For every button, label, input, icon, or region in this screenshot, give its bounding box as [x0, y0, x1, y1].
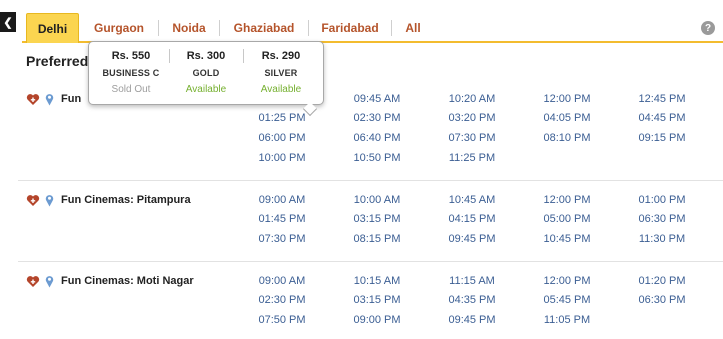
favorite-heart-icon[interactable]	[26, 194, 40, 207]
tab-all[interactable]: All	[400, 13, 426, 43]
showtime[interactable]: 10:15 AM	[342, 275, 412, 287]
cinema-header: Fun Cinemas: Moti Nagar	[26, 274, 194, 288]
row-divider	[18, 261, 723, 262]
ticket-price: Rs. 290	[261, 50, 301, 62]
city-tabs: Delhi Gurgaon Noida Ghaziabad Faridabad …	[22, 13, 723, 43]
showtime[interactable]: 07:30 PM	[247, 233, 317, 245]
showtime[interactable]: 11:30 PM	[627, 233, 697, 245]
tab-divider	[158, 20, 159, 36]
ticket-class-name: SILVER	[264, 68, 298, 78]
showtime[interactable]: 06:40 PM	[342, 132, 412, 144]
cinema-row: Fun Cinemas: Moti Nagar 09:00 AM 10:15 A…	[18, 274, 723, 339]
row-divider	[18, 180, 723, 181]
showtime[interactable]: 06:30 PM	[627, 294, 697, 306]
showtime[interactable]: 06:00 PM	[247, 132, 317, 144]
showtime[interactable]: 02:30 PM	[247, 294, 317, 306]
showtime[interactable]: 01:00 PM	[627, 194, 697, 206]
showtime[interactable]: 02:30 PM	[342, 112, 412, 124]
tab-divider	[219, 20, 220, 36]
cinema-name[interactable]: Fun Cinemas: Pitampura	[61, 194, 191, 206]
back-arrow-button[interactable]: ❮	[0, 12, 16, 32]
tab-divider	[308, 20, 309, 36]
tab-divider	[391, 20, 392, 36]
showtime[interactable]: 05:00 PM	[532, 213, 602, 225]
cinema-header: Fun	[26, 92, 81, 106]
tab-ghaziabad[interactable]: Ghaziabad	[228, 13, 300, 43]
showtime[interactable]: 03:15 PM	[342, 213, 412, 225]
showtime[interactable]: 09:45 AM	[342, 93, 412, 105]
location-pin-icon[interactable]	[45, 275, 54, 288]
ticket-class-tooltip: Rs. 550 BUSINESS C Sold Out Rs. 300 GOLD…	[88, 41, 324, 117]
showtime[interactable]: 05:45 PM	[532, 294, 602, 306]
showtime[interactable]: 04:15 PM	[437, 213, 507, 225]
showtime[interactable]: 12:00 PM	[532, 275, 602, 287]
showtime[interactable]: 12:00 PM	[532, 194, 602, 206]
ticket-status: Available	[185, 84, 227, 95]
showtime[interactable]: 07:30 PM	[437, 132, 507, 144]
showtime[interactable]: 01:20 PM	[627, 275, 697, 287]
ticket-class-name: GOLD	[192, 68, 220, 78]
location-pin-icon[interactable]	[45, 194, 54, 207]
showtime[interactable]: 12:00 PM	[532, 93, 602, 105]
showtime[interactable]: 03:20 PM	[437, 112, 507, 124]
showtime[interactable]: 10:45 PM	[532, 233, 602, 245]
showtime[interactable]: 09:15 PM	[627, 132, 697, 144]
cinema-header: Fun Cinemas: Pitampura	[26, 193, 191, 207]
cinema-row: Fun 09:45 AM 10:20 AM 12:00 PM 12:45 PM …	[18, 92, 723, 180]
ticket-status: Available	[260, 84, 302, 95]
location-pin-icon[interactable]	[45, 93, 54, 106]
showtime[interactable]: 10:00 PM	[247, 152, 317, 164]
tooltip-divider	[243, 49, 244, 63]
showtime[interactable]: 09:00 PM	[342, 314, 412, 326]
showtime[interactable]: 04:35 PM	[437, 294, 507, 306]
favorite-heart-icon[interactable]	[26, 93, 40, 106]
showtime[interactable]: 09:45 PM	[437, 233, 507, 245]
showtime[interactable]: 11:25 PM	[437, 152, 507, 164]
showtime[interactable]: 09:00 AM	[247, 194, 317, 206]
cinema-name[interactable]: Fun Cinemas: Moti Nagar	[61, 275, 194, 287]
showtime[interactable]: 12:45 PM	[627, 93, 697, 105]
showtime[interactable]: 04:05 PM	[532, 112, 602, 124]
cinema-row: Fun Cinemas: Pitampura 09:00 AM 10:00 AM…	[18, 193, 723, 261]
ticket-price: Rs. 550	[111, 50, 151, 62]
showtime[interactable]: 08:10 PM	[532, 132, 602, 144]
ticket-price: Rs. 300	[186, 50, 226, 62]
favorite-heart-icon[interactable]	[26, 275, 40, 288]
showtime[interactable]: 07:50 PM	[247, 314, 317, 326]
showtime[interactable]: 10:45 AM	[437, 194, 507, 206]
ticket-status: Sold Out	[111, 84, 151, 95]
showtime[interactable]: 10:50 PM	[342, 152, 412, 164]
tab-noida[interactable]: Noida	[168, 13, 210, 43]
showtime[interactable]: 11:05 PM	[532, 314, 602, 326]
tab-gurgaon[interactable]: Gurgaon	[88, 13, 150, 43]
showtime[interactable]: 01:25 PM	[247, 112, 317, 124]
showtime[interactable]: 08:15 PM	[342, 233, 412, 245]
showtime[interactable]: 10:00 AM	[342, 194, 412, 206]
showtime[interactable]: 04:45 PM	[627, 112, 697, 124]
showtime[interactable]: 06:30 PM	[627, 213, 697, 225]
help-icon[interactable]: ?	[701, 21, 715, 35]
ticket-class-name: BUSINESS C	[102, 68, 160, 78]
showtime[interactable]: 10:20 AM	[437, 93, 507, 105]
showtime[interactable]: 11:15 AM	[437, 275, 507, 287]
tab-faridabad[interactable]: Faridabad	[316, 13, 384, 43]
chevron-left-icon: ❮	[3, 16, 13, 29]
section-title: Preferred	[26, 53, 89, 69]
showtime[interactable]: 03:15 PM	[342, 294, 412, 306]
cinema-name[interactable]: Fun	[61, 93, 81, 105]
tab-delhi[interactable]: Delhi	[26, 13, 79, 43]
showtime[interactable]: 09:45 PM	[437, 314, 507, 326]
showtime[interactable]: 09:00 AM	[247, 275, 317, 287]
showtime[interactable]: 01:45 PM	[247, 213, 317, 225]
